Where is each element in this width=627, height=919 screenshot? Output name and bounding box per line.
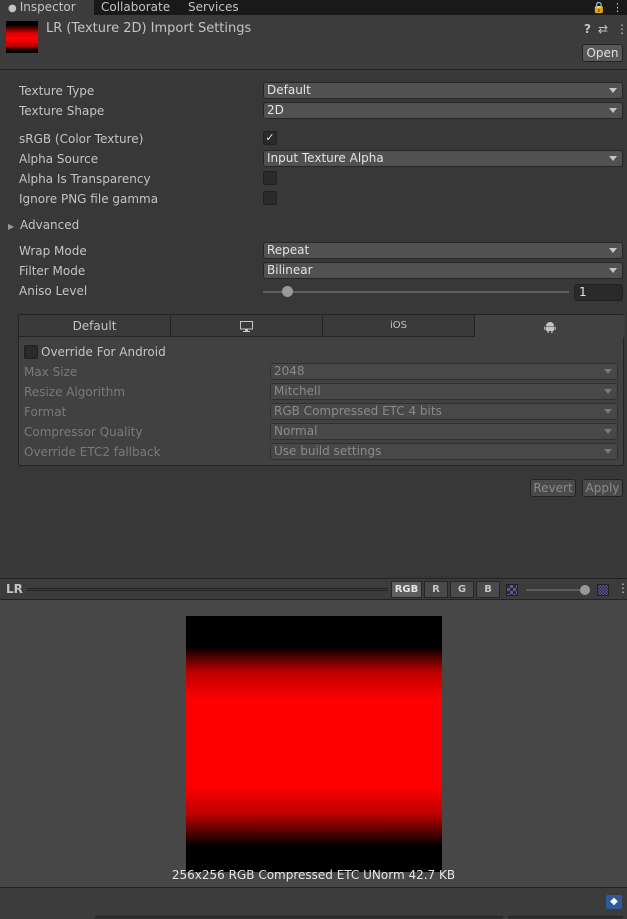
- ignore-png-gamma-label: Ignore PNG file gamma: [19, 192, 159, 206]
- inspector-header: LR (Texture 2D) Import Settings ? ⇄ ⋮ Op…: [0, 15, 627, 70]
- chevron-down-icon: [604, 429, 612, 434]
- texture-shape-label: Texture Shape: [19, 104, 105, 118]
- aniso-level-slider-handle[interactable]: [282, 286, 293, 297]
- texture-info-text: 256x256 RGB Compressed ETC UNorm 42.7 KB: [171, 868, 456, 882]
- srgb-label: sRGB (Color Texture): [19, 132, 144, 146]
- advanced-foldout[interactable]: ▶ Advanced: [8, 218, 79, 232]
- texture-preview-image: [186, 616, 442, 872]
- override-android-checkbox[interactable]: [24, 345, 38, 359]
- chevron-down-icon: [604, 369, 612, 374]
- srgb-checkbox[interactable]: ✓: [263, 131, 277, 145]
- alpha-transparency-label: Alpha Is Transparency: [19, 172, 151, 186]
- preview-drag-handle[interactable]: [27, 588, 388, 591]
- tab-inspector[interactable]: ● Inspector: [0, 0, 94, 15]
- alpha-source-label: Alpha Source: [19, 152, 99, 166]
- asset-labels-bar: ◆: [0, 887, 627, 919]
- window-tab-bar: ● Inspector Collaborate Services 🔒 ⋮: [0, 0, 627, 15]
- apply-button[interactable]: Apply: [582, 479, 623, 497]
- tag-icon[interactable]: ◆: [606, 895, 622, 909]
- compressor-quality-label: Compressor Quality: [24, 425, 143, 439]
- monitor-icon: [240, 321, 253, 332]
- platform-settings-panel: Default iOS Override For Android Max Siz…: [18, 314, 625, 466]
- wrap-mode-label: Wrap Mode: [19, 244, 87, 258]
- tab-platform-ios[interactable]: iOS: [323, 315, 475, 337]
- preset-icon[interactable]: ⇄: [598, 22, 608, 36]
- override-android-label: Override For Android: [41, 345, 166, 359]
- chevron-down-icon: [609, 108, 617, 113]
- filter-mode-dropdown[interactable]: Bilinear: [263, 262, 623, 279]
- max-size-dropdown: 2048: [270, 363, 618, 380]
- revert-button[interactable]: Revert: [530, 479, 576, 497]
- aniso-level-label: Aniso Level: [19, 284, 88, 298]
- channel-rgb-button[interactable]: RGB: [391, 581, 422, 598]
- tab-collaborate[interactable]: Collaborate: [101, 0, 170, 15]
- format-dropdown: RGB Compressed ETC 4 bits: [270, 403, 618, 420]
- aniso-level-field[interactable]: 1: [574, 284, 623, 301]
- tab-menu-icon[interactable]: ⋮: [612, 1, 623, 14]
- alpha-transparency-checkbox[interactable]: [263, 171, 277, 185]
- tab-services[interactable]: Services: [188, 0, 239, 15]
- chevron-down-icon: [604, 449, 612, 454]
- max-size-label: Max Size: [24, 365, 78, 379]
- chevron-down-icon: [609, 248, 617, 253]
- preview-title: LR: [6, 582, 23, 596]
- help-icon[interactable]: ?: [584, 22, 591, 36]
- more-icon[interactable]: ⋮: [616, 22, 627, 36]
- aniso-level-slider-track[interactable]: [263, 291, 569, 293]
- info-icon: ●: [8, 3, 17, 14]
- tab-platform-standalone[interactable]: [171, 315, 323, 337]
- tab-platform-android[interactable]: [475, 315, 625, 337]
- tab-platform-default[interactable]: Default: [19, 315, 171, 337]
- chevron-down-icon: [604, 389, 612, 394]
- filter-mode-label: Filter Mode: [19, 264, 86, 278]
- chevron-down-icon: [604, 409, 612, 414]
- mip-slider-handle[interactable]: [580, 585, 590, 595]
- chevron-down-icon: [609, 268, 617, 273]
- texture-shape-dropdown[interactable]: 2D: [263, 102, 623, 119]
- texture-type-label: Texture Type: [19, 84, 95, 98]
- mip-low-icon: [506, 584, 518, 596]
- texture-type-dropdown[interactable]: Default: [263, 82, 623, 99]
- preview-toolbar: LR RGB R G B ⋮: [0, 578, 627, 600]
- android-icon: [544, 321, 556, 333]
- triangle-right-icon: ▶: [8, 222, 15, 231]
- ignore-png-gamma-checkbox[interactable]: [263, 191, 277, 205]
- chevron-down-icon: [609, 156, 617, 161]
- lock-icon[interactable]: 🔒: [592, 1, 606, 14]
- preview-menu-icon[interactable]: ⋮: [617, 581, 627, 595]
- resize-algorithm-dropdown: Mitchell: [270, 383, 618, 400]
- mip-high-icon: [597, 584, 609, 596]
- override-etc2-label: Override ETC2 fallback: [24, 445, 161, 459]
- format-label: Format: [24, 405, 67, 419]
- texture-thumbnail: [6, 21, 38, 53]
- mip-slider-track[interactable]: [526, 589, 588, 591]
- chevron-down-icon: [609, 88, 617, 93]
- resize-algorithm-label: Resize Algorithm: [24, 385, 126, 399]
- texture-preview: 256x256 RGB Compressed ETC UNorm 42.7 KB: [0, 600, 627, 887]
- open-button[interactable]: Open: [582, 44, 623, 62]
- channel-b-button[interactable]: B: [476, 581, 500, 598]
- alpha-source-dropdown[interactable]: Input Texture Alpha: [263, 150, 623, 167]
- channel-g-button[interactable]: G: [450, 581, 474, 598]
- channel-r-button[interactable]: R: [424, 581, 448, 598]
- override-etc2-dropdown: Use build settings: [270, 443, 618, 460]
- wrap-mode-dropdown[interactable]: Repeat: [263, 242, 623, 259]
- compressor-quality-dropdown: Normal: [270, 423, 618, 440]
- page-title: LR (Texture 2D) Import Settings: [46, 21, 252, 36]
